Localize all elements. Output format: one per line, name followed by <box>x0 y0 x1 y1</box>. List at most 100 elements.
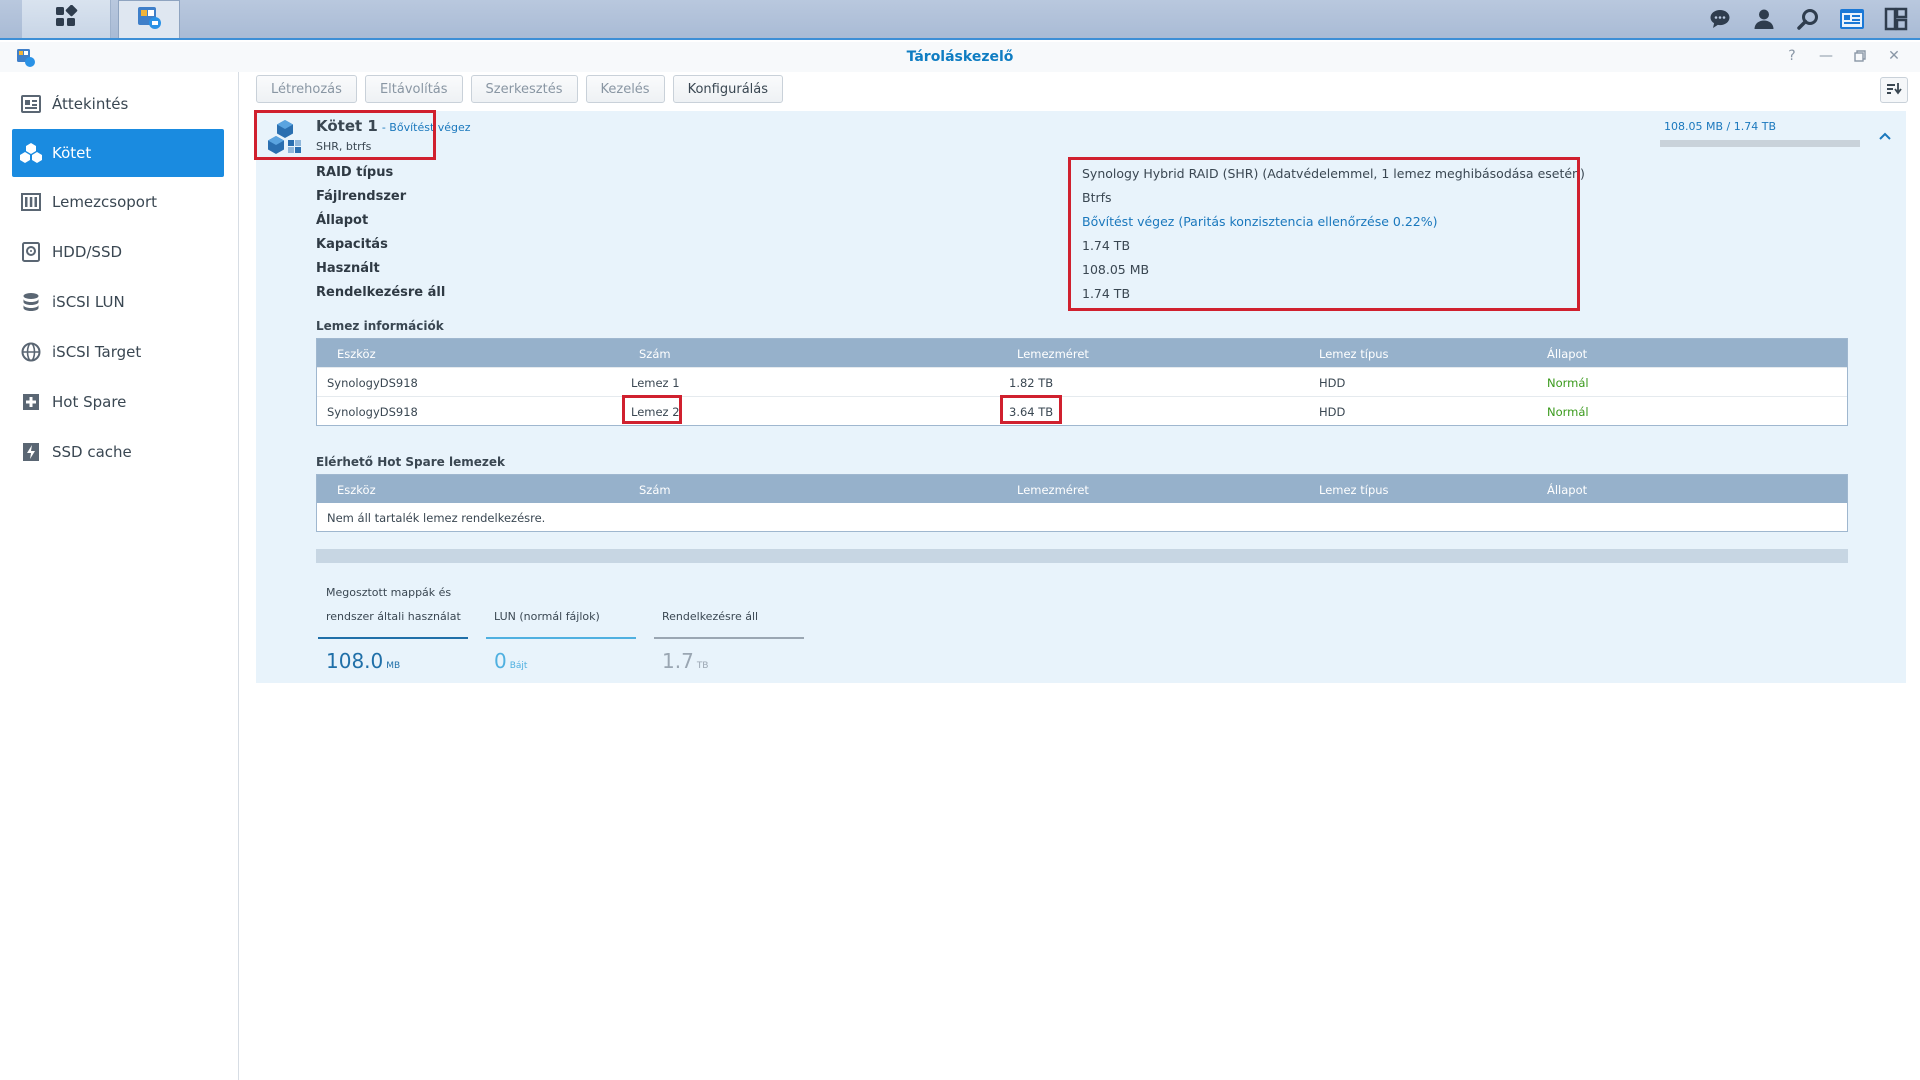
window-titlebar[interactable]: Tároláskezelő ? — ✕ <box>0 42 1920 72</box>
remove-button[interactable]: Eltávolítás <box>364 75 463 103</box>
cell-device: SynologyDS918 <box>327 405 418 419</box>
sort-button[interactable] <box>1880 77 1908 103</box>
disk-group-icon <box>20 191 42 213</box>
stat-underline <box>486 637 636 639</box>
highlight-box-disk-number <box>622 395 682 424</box>
table-header: Eszköz Szám Lemezméret Lemez típus Állap… <box>317 475 1847 503</box>
column-header[interactable]: Lemezméret <box>1017 483 1089 497</box>
taskbar <box>0 0 1920 40</box>
volume-icon <box>20 142 42 164</box>
cell-type: HDD <box>1319 376 1346 390</box>
stat-available: Rendelkezésre áll 1.7 TB <box>654 577 804 677</box>
hdd-icon <box>20 241 42 263</box>
highlight-box-properties <box>1068 157 1580 311</box>
highlight-box-disk-size <box>1000 395 1062 424</box>
column-header[interactable]: Állapot <box>1547 347 1587 361</box>
stat-value-wrap: 0 Bájt <box>494 649 527 673</box>
chat-icon[interactable] <box>1706 5 1734 33</box>
user-icon[interactable] <box>1750 5 1778 33</box>
prop-label-used: Használt <box>316 261 380 276</box>
sidebar-item-label: Kötet <box>52 144 92 162</box>
column-header[interactable]: Eszköz <box>337 483 376 497</box>
cell-status: Normál <box>1547 376 1589 390</box>
highlight-box-volume-header <box>254 110 436 160</box>
column-header[interactable]: Szám <box>639 347 671 361</box>
sidebar-item-iscsi-lun[interactable]: iSCSI LUN <box>12 278 224 326</box>
stat-label-line: LUN (normál fájlok) <box>494 610 600 623</box>
cell-device: SynologyDS918 <box>327 376 418 390</box>
sidebar: Áttekintés Kötet Lemezcsoport HDD/SSD iS… <box>0 72 239 1080</box>
stat-unit: MB <box>386 661 401 671</box>
storage-manager-taskbar-button[interactable] <box>118 0 180 38</box>
sidebar-item-ssd-cache[interactable]: SSD cache <box>12 428 224 476</box>
sidebar-item-label: iSCSI LUN <box>52 293 125 311</box>
minimize-icon[interactable]: — <box>1818 46 1834 66</box>
cell-type: HDD <box>1319 405 1346 419</box>
column-header[interactable]: Szám <box>639 483 671 497</box>
main-menu-button[interactable] <box>22 0 111 38</box>
search-icon[interactable] <box>1794 5 1822 33</box>
prop-label-filesystem: Fájlrendszer <box>316 189 407 204</box>
sidebar-item-iscsi-target[interactable]: iSCSI Target <box>12 328 224 376</box>
sidebar-item-hot-spare[interactable]: Hot Spare <box>12 378 224 426</box>
prop-label-available: Rendelkezésre áll <box>316 285 446 300</box>
sidebar-item-label: iSCSI Target <box>52 343 142 361</box>
cell-number: Lemez 1 <box>631 376 680 390</box>
collapse-icon[interactable] <box>1878 129 1892 145</box>
stat-unit: Bájt <box>509 661 528 671</box>
prop-label-status: Állapot <box>316 213 369 228</box>
sidebar-item-label: Áttekintés <box>52 95 129 113</box>
stat-label: Rendelkezésre áll <box>662 605 758 629</box>
maximize-icon[interactable] <box>1852 46 1868 66</box>
sidebar-item-disk-group[interactable]: Lemezcsoport <box>12 178 224 226</box>
stat-label-line: Rendelkezésre áll <box>662 610 759 623</box>
sidebar-item-label: SSD cache <box>52 443 132 461</box>
stat-shared-folders: Megosztott mappák és rendszer általi has… <box>318 577 468 677</box>
configure-button[interactable]: Konfigurálás <box>672 75 784 103</box>
empty-message: Nem áll tartalék lemez rendelkezésre. <box>327 511 546 525</box>
stat-label-line: rendszer általi használat <box>326 610 461 623</box>
stat-value: 108.0 <box>326 649 384 673</box>
manage-button[interactable]: Kezelés <box>585 75 665 103</box>
widgets-icon[interactable] <box>1838 5 1866 33</box>
disk-info-title: Lemez információk <box>316 319 444 333</box>
stat-unit: TB <box>696 661 709 671</box>
help-icon[interactable]: ? <box>1784 46 1800 66</box>
column-header[interactable]: Lemez típus <box>1319 347 1389 361</box>
create-button[interactable]: Létrehozás <box>256 75 357 103</box>
usage-bar <box>1660 140 1860 147</box>
grid-icon <box>54 4 78 33</box>
toolbar: Létrehozás Eltávolítás Szerkesztés Kezel… <box>256 75 784 103</box>
column-header[interactable]: Lemezméret <box>1017 347 1089 361</box>
edit-button[interactable]: Szerkesztés <box>470 75 578 103</box>
prop-label-capacity: Kapacitás <box>316 237 388 252</box>
windows-icon[interactable] <box>1882 5 1910 33</box>
sidebar-item-volume[interactable]: Kötet <box>12 129 224 177</box>
window-title: Tároláskezelő <box>906 49 1014 65</box>
ssd-cache-icon <box>20 441 42 463</box>
stat-value-wrap: 108.0 MB <box>326 649 400 673</box>
close-icon[interactable]: ✕ <box>1886 46 1902 66</box>
stat-value: 0 <box>494 649 507 673</box>
stat-lun: LUN (normál fájlok) 0 Bájt <box>486 577 636 677</box>
column-header[interactable]: Állapot <box>1547 483 1587 497</box>
column-header[interactable]: Lemez típus <box>1319 483 1389 497</box>
volume-panel[interactable]: Kötet 1- Bővítést végez SHR, btrfs 108.0… <box>254 110 1906 683</box>
sidebar-item-label: HDD/SSD <box>52 243 123 261</box>
sidebar-item-overview[interactable]: Áttekintés <box>12 80 224 128</box>
table-row[interactable]: SynologyDS918 Lemez 1 1.82 TB HDD Normál <box>317 367 1847 396</box>
iscsi-lun-icon <box>20 291 42 313</box>
usage-text: 108.05 MB / 1.74 TB <box>1664 120 1776 133</box>
sidebar-item-label: Hot Spare <box>52 393 127 411</box>
hot-spare-icon <box>20 391 42 413</box>
overview-icon <box>20 93 42 115</box>
table-row[interactable]: SynologyDS918 Lemez 2 3.64 TB HDD Normál <box>317 396 1847 425</box>
stat-underline <box>318 637 468 639</box>
disk-info-table: Eszköz Szám Lemezméret Lemez típus Állap… <box>316 338 1848 426</box>
column-header[interactable]: Eszköz <box>337 347 376 361</box>
table-header: Eszköz Szám Lemezméret Lemez típus Állap… <box>317 339 1847 367</box>
cell-size: 1.82 TB <box>1009 376 1054 390</box>
sidebar-item-hdd-ssd[interactable]: HDD/SSD <box>12 228 224 276</box>
empty-message-row: Nem áll tartalék lemez rendelkezésre. <box>317 503 1847 531</box>
separator-bar <box>316 549 1848 563</box>
